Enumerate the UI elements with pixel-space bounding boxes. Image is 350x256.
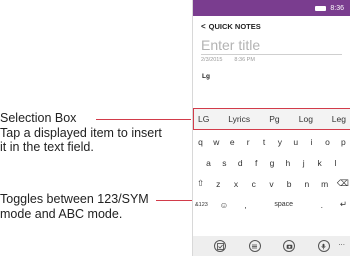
- note-date: 2/3/2015: [201, 57, 223, 63]
- checklist-icon[interactable]: [214, 240, 227, 252]
- key[interactable]: n: [301, 179, 312, 189]
- app-bar: ...: [193, 236, 350, 256]
- emoji-key-icon[interactable]: ☺: [218, 200, 229, 210]
- camera-icon[interactable]: [283, 240, 296, 252]
- key[interactable]: f: [251, 158, 262, 168]
- key[interactable]: o: [322, 137, 333, 147]
- keyboard-row-3: ⇧ z x c v b n m ⌫: [193, 173, 350, 194]
- shift-key-icon[interactable]: ⇧: [195, 178, 206, 189]
- key[interactable]: c: [248, 179, 259, 189]
- selection-box: LG Lyrics Pg Log Leg: [193, 108, 350, 130]
- leader-line: [156, 200, 196, 201]
- period-key[interactable]: .: [316, 200, 327, 210]
- selection-box-callout: Selection Box Tap a displayed item to in…: [0, 111, 170, 155]
- key[interactable]: j: [298, 158, 309, 168]
- key[interactable]: r: [243, 137, 254, 147]
- key[interactable]: d: [235, 158, 246, 168]
- suggestion-item[interactable]: Lyrics: [228, 114, 250, 124]
- comma-key[interactable]: ,: [240, 200, 251, 210]
- keyboard-row-1: q w e r t y u i o p: [193, 131, 350, 152]
- note-time: 8:36 PM: [234, 57, 255, 63]
- keyboard-row-4: &123 ☺ , space . ↵: [193, 194, 350, 215]
- key[interactable]: e: [227, 137, 238, 147]
- more-options-icon[interactable]: ...: [338, 238, 345, 247]
- keyboard-row-2: a s d f g h j k l: [193, 152, 350, 173]
- key[interactable]: y: [274, 137, 285, 147]
- callout-description: Toggles between 123/SYM mode and ABC mod…: [0, 192, 149, 221]
- suggestion-item[interactable]: Log: [299, 114, 313, 124]
- on-screen-keyboard: q w e r t y u i o p a s d f g h j k l ⇧ …: [193, 131, 350, 256]
- key[interactable]: k: [314, 158, 325, 168]
- section-title: QUICK NOTES: [208, 22, 261, 31]
- back-chevron-icon[interactable]: <: [201, 22, 206, 31]
- key[interactable]: u: [290, 137, 301, 147]
- space-key[interactable]: space: [262, 201, 306, 208]
- callout-description: Tap a displayed item to insert it in the…: [0, 125, 162, 155]
- battery-icon: [315, 5, 327, 11]
- enter-key-icon[interactable]: ↵: [338, 199, 349, 210]
- key[interactable]: g: [267, 158, 278, 168]
- status-bar: 8:36: [193, 0, 350, 16]
- key[interactable]: s: [219, 158, 230, 168]
- backspace-key-icon[interactable]: ⌫: [337, 178, 349, 189]
- app-header[interactable]: < QUICK NOTES: [193, 16, 350, 31]
- key[interactable]: b: [284, 179, 295, 189]
- leader-line: [96, 119, 191, 120]
- key[interactable]: x: [230, 179, 241, 189]
- key[interactable]: h: [282, 158, 293, 168]
- note-body-text: Lg: [202, 73, 210, 80]
- suggestion-item[interactable]: Pg: [269, 114, 280, 124]
- mode-toggle-callout: Toggles between 123/SYM mode and ABC mod…: [0, 192, 170, 221]
- key[interactable]: l: [330, 158, 341, 168]
- key[interactable]: q: [195, 137, 206, 147]
- phone-screen: 8:36 < QUICK NOTES Enter title 2/3/2015 …: [192, 0, 350, 256]
- key[interactable]: m: [319, 179, 330, 189]
- key[interactable]: v: [266, 179, 277, 189]
- mode-toggle-key[interactable]: &123: [195, 202, 208, 208]
- status-time: 8:36: [330, 4, 344, 12]
- key[interactable]: a: [203, 158, 214, 168]
- suggestion-item[interactable]: Leg: [332, 114, 346, 124]
- key[interactable]: z: [213, 179, 224, 189]
- suggestion-item[interactable]: LG: [198, 114, 209, 124]
- key[interactable]: w: [211, 137, 222, 147]
- microphone-icon[interactable]: [317, 240, 330, 252]
- title-input[interactable]: Enter title: [201, 37, 342, 55]
- key[interactable]: i: [306, 137, 317, 147]
- key[interactable]: t: [259, 137, 270, 147]
- note-meta: 2/3/2015 8:36 PM: [193, 55, 350, 63]
- key[interactable]: p: [338, 137, 349, 147]
- list-icon[interactable]: [248, 240, 261, 252]
